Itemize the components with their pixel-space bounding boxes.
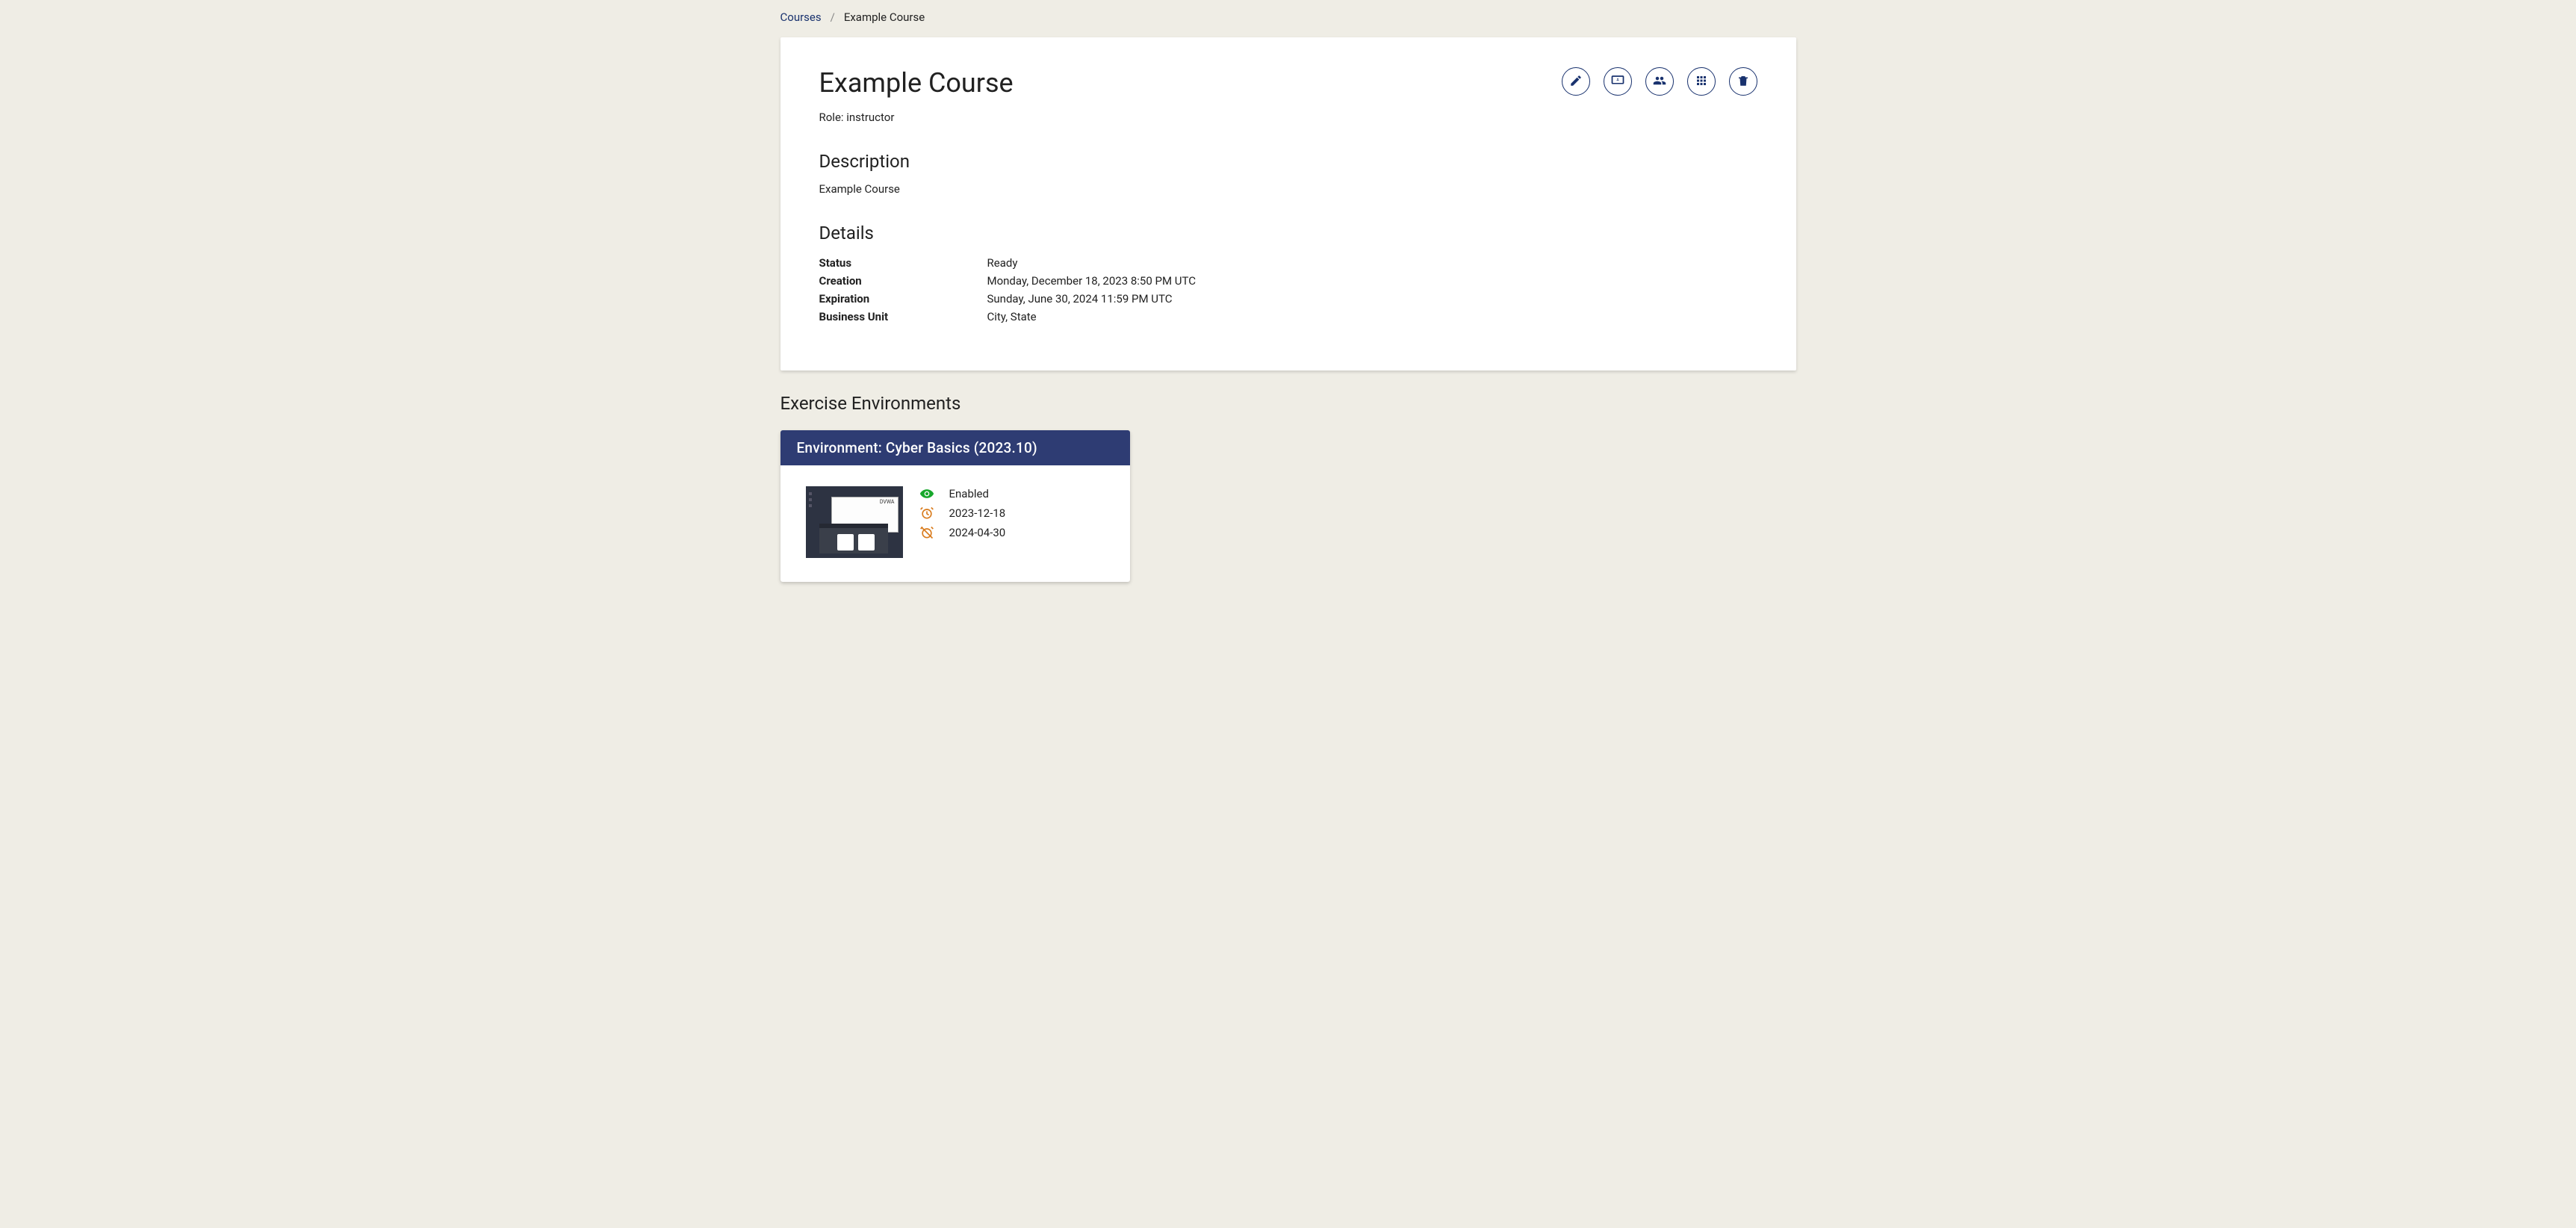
environment-end-date: 2024-04-30 — [949, 526, 1006, 539]
apps-button[interactable] — [1687, 67, 1716, 96]
environment-card-title: Environment: Cyber Basics (2023.10) — [780, 430, 1130, 465]
alarm-icon — [919, 506, 934, 521]
detail-row: Expiration Sunday, June 30, 2024 11:59 P… — [819, 290, 1197, 308]
detail-label: Creation — [819, 272, 987, 290]
page-title: Example Course — [819, 67, 1014, 99]
breadcrumb-current: Example Course — [844, 10, 925, 24]
present-icon — [1611, 74, 1624, 90]
detail-value: Monday, December 18, 2023 8:50 PM UTC — [987, 272, 1197, 290]
environment-status: Enabled — [949, 487, 989, 500]
pencil-icon — [1569, 74, 1583, 90]
environments-heading: Exercise Environments — [780, 393, 1796, 414]
environment-thumbnail: DVWA — [806, 486, 903, 558]
role-label: Role: instructor — [819, 111, 1014, 124]
detail-row: Business Unit City, State — [819, 308, 1197, 326]
detail-label: Business Unit — [819, 308, 987, 326]
environment-meta: Enabled 2023-12-18 2024-04-30 — [919, 486, 1006, 540]
detail-value: Ready — [987, 254, 1197, 272]
detail-label: Status — [819, 254, 987, 272]
description-heading: Description — [819, 151, 1757, 172]
action-bar — [1562, 67, 1757, 96]
detail-row: Creation Monday, December 18, 2023 8:50 … — [819, 272, 1197, 290]
breadcrumb-parent-link[interactable]: Courses — [780, 10, 822, 24]
delete-button[interactable] — [1729, 67, 1757, 96]
details-table: Status Ready Creation Monday, December 1… — [819, 254, 1197, 326]
detail-value: Sunday, June 30, 2024 11:59 PM UTC — [987, 290, 1197, 308]
members-button[interactable] — [1645, 67, 1674, 96]
eye-icon — [919, 486, 934, 501]
breadcrumb-separator: / — [831, 10, 835, 24]
course-card: Example Course Role: instructor — [780, 37, 1796, 370]
present-button[interactable] — [1604, 67, 1632, 96]
trash-icon — [1737, 74, 1750, 90]
edit-button[interactable] — [1562, 67, 1590, 96]
detail-row: Status Ready — [819, 254, 1197, 272]
details-heading: Details — [819, 223, 1757, 244]
detail-label: Expiration — [819, 290, 987, 308]
people-icon — [1653, 74, 1666, 90]
environment-card[interactable]: Environment: Cyber Basics (2023.10) DVWA… — [780, 430, 1130, 582]
breadcrumb: Courses / Example Course — [780, 0, 1796, 37]
apps-icon — [1695, 74, 1708, 90]
detail-value: City, State — [987, 308, 1197, 326]
alarm-off-icon — [919, 525, 934, 540]
environment-start-date: 2023-12-18 — [949, 506, 1006, 520]
description-text: Example Course — [819, 182, 1757, 196]
